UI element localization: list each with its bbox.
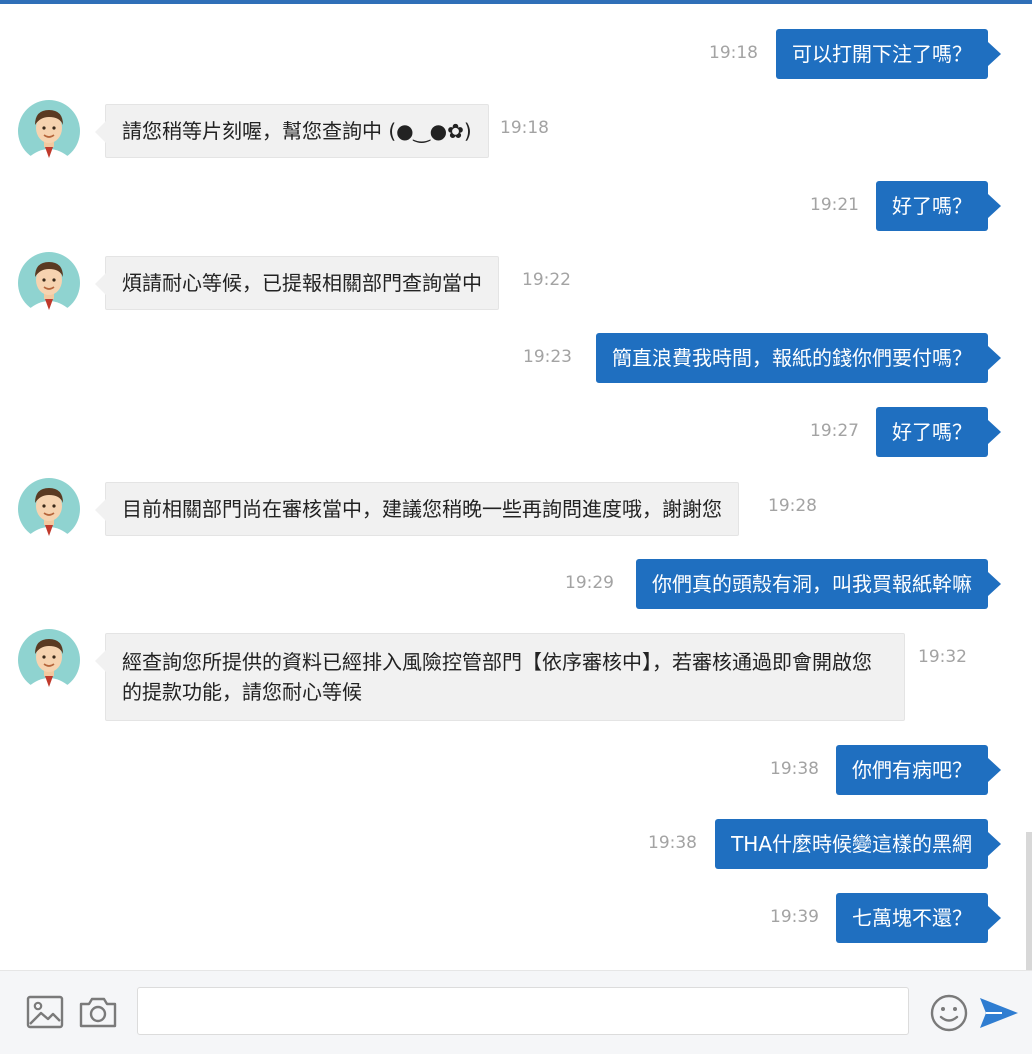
message-timestamp: 19:22 [522, 270, 571, 290]
message-timestamp: 19:29 [565, 573, 614, 593]
message-timestamp: 19:38 [770, 759, 819, 779]
incoming-message-bubble[interactable]: 經查詢您所提供的資料已經排入風險控管部門【依序審核中】，若審核通過即會開啟您的提… [95, 633, 905, 721]
message-timestamp: 19:18 [709, 43, 758, 63]
chat-message-list[interactable]: 19:18 可以打開下注了嗎？ 請您稍等片刻喔，幫您查詢中 (●‿●✿) 19:… [0, 4, 1032, 970]
outgoing-message-bubble[interactable]: 你們有病吧？ [836, 745, 1001, 795]
message-timestamp: 19:21 [810, 195, 859, 215]
outgoing-message-bubble[interactable]: THA什麼時候變這樣的黑網 [715, 819, 1001, 869]
message-input-bar [0, 970, 1032, 1054]
send-icon[interactable] [978, 995, 1020, 1031]
message-timestamp: 19:27 [810, 421, 859, 441]
outgoing-message-bubble[interactable]: 簡直浪費我時間，報紙的錢你們要付嗎？ [596, 333, 1001, 383]
message-timestamp: 19:23 [523, 347, 572, 367]
emoji-icon[interactable] [929, 993, 969, 1033]
outgoing-message-bubble[interactable]: 可以打開下注了嗎？ [776, 29, 1001, 79]
outgoing-message-bubble[interactable]: 七萬塊不還？ [836, 893, 1001, 943]
agent-avatar-icon [18, 629, 80, 691]
message-text-input[interactable] [137, 987, 909, 1035]
incoming-message-bubble[interactable]: 目前相關部門尚在審核當中，建議您稍晚一些再詢問進度哦，謝謝您 [95, 482, 739, 536]
chat-scrollbar-thumb[interactable] [1026, 832, 1032, 970]
agent-avatar-icon [18, 100, 80, 162]
incoming-message-bubble[interactable]: 請您稍等片刻喔，幫您查詢中 (●‿●✿) [95, 104, 489, 158]
image-icon[interactable] [26, 995, 64, 1029]
outgoing-message-bubble[interactable]: 你們真的頭殼有洞，叫我買報紙幹嘛 [636, 559, 1001, 609]
message-timestamp: 19:32 [918, 647, 967, 667]
agent-avatar-icon [18, 252, 80, 314]
outgoing-message-bubble[interactable]: 好了嗎？ [876, 181, 1001, 231]
message-timestamp: 19:38 [648, 833, 697, 853]
message-timestamp: 19:39 [770, 907, 819, 927]
camera-icon[interactable] [78, 995, 118, 1029]
message-timestamp: 19:28 [768, 496, 817, 516]
outgoing-message-bubble[interactable]: 好了嗎？ [876, 407, 1001, 457]
message-timestamp: 19:18 [500, 118, 549, 138]
incoming-message-bubble[interactable]: 煩請耐心等候，已提報相關部門查詢當中 [95, 256, 499, 310]
agent-avatar-icon [18, 478, 80, 540]
